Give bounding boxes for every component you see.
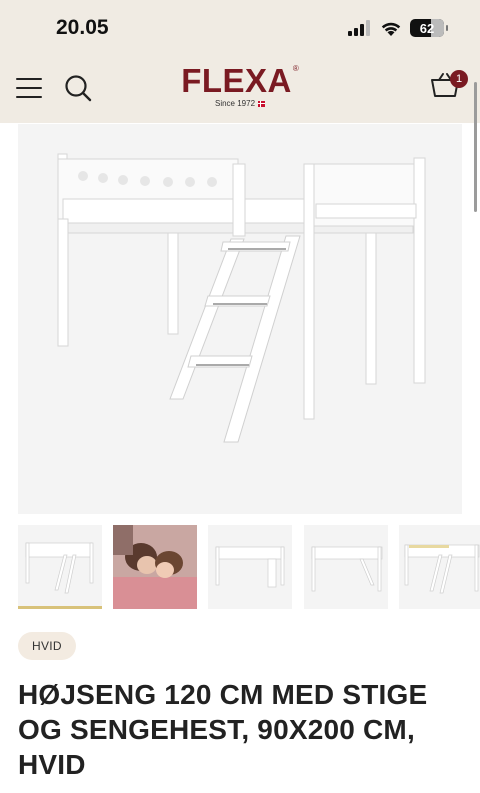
status-time: 20.05 xyxy=(56,16,109,39)
thumbnail-lifestyle-photo[interactable] xyxy=(113,525,197,609)
cart-count-badge: 1 xyxy=(450,70,468,88)
wifi-icon xyxy=(381,22,401,36)
thumbnail-bed-front-view[interactable] xyxy=(208,525,292,609)
scrollbar[interactable] xyxy=(474,82,477,212)
status-bar: 20.05 62 xyxy=(0,0,480,56)
thumbnail-image xyxy=(404,544,480,594)
thumbnail-image xyxy=(215,546,285,588)
logo-since: Since 1972 xyxy=(214,99,256,108)
site-header: FLEXA® Since 1972 1 xyxy=(0,56,480,123)
thumbnail-bed-side-ladder-view[interactable] xyxy=(304,525,388,609)
battery-indicator: 62 xyxy=(410,19,448,37)
product-title: HØJSENG 120 CM MED STIGE OG SENGEHEST, 9… xyxy=(18,679,428,780)
thumbnail-image xyxy=(25,542,94,594)
logo-registered-mark: ® xyxy=(292,64,299,73)
loft-bed-illustration xyxy=(57,153,426,443)
cellular-signal-icon xyxy=(348,20,370,36)
flexa-logo[interactable]: FLEXA® Since 1972 xyxy=(0,62,480,109)
danish-flag-icon xyxy=(258,100,266,107)
cart-button[interactable]: 1 xyxy=(430,70,468,104)
logo-text: FLEXA xyxy=(181,62,292,99)
product-main-image[interactable] xyxy=(18,124,462,514)
thumbnail-bed-angled-view[interactable] xyxy=(399,525,480,609)
battery-level: 62 xyxy=(419,20,435,36)
thumbnail-image xyxy=(113,525,197,609)
thumbnail-bed-with-ladder[interactable] xyxy=(18,525,102,609)
status-icons: 62 xyxy=(348,16,448,40)
thumbnail-image xyxy=(311,546,383,592)
thumbnail-strip xyxy=(18,525,480,611)
color-chip[interactable]: HVID xyxy=(18,632,76,660)
